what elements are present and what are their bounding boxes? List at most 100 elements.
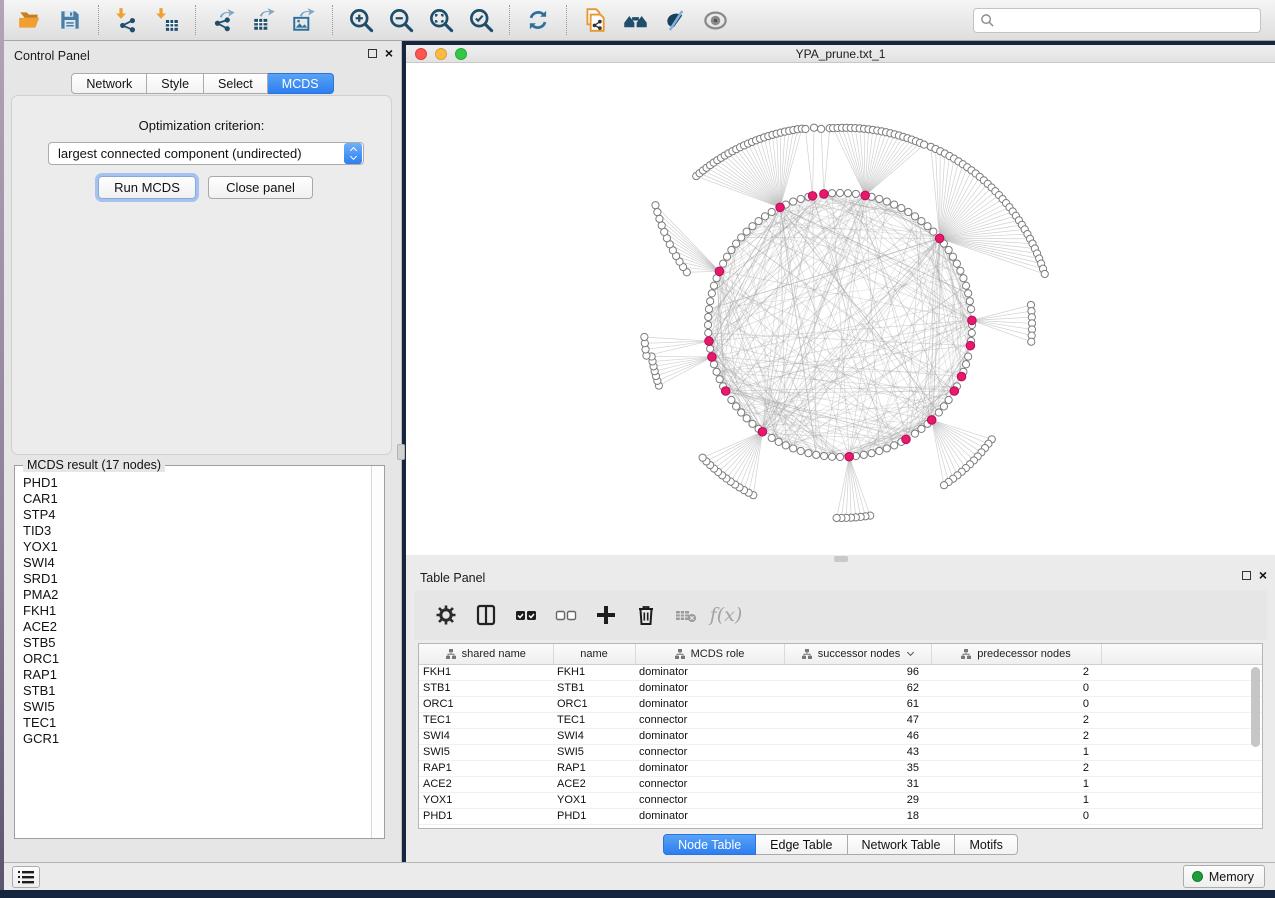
table-cell[interactable]: FKH1 bbox=[553, 664, 635, 680]
network-node[interactable] bbox=[704, 321, 711, 328]
network-node[interactable] bbox=[654, 208, 661, 215]
network-node[interactable] bbox=[813, 451, 820, 458]
mcds-hub-node[interactable] bbox=[968, 316, 977, 325]
network-node[interactable] bbox=[768, 208, 775, 215]
network-node[interactable] bbox=[891, 201, 898, 208]
refresh-icon[interactable] bbox=[521, 3, 555, 37]
mcds-hub-node[interactable] bbox=[721, 387, 730, 396]
table-cell[interactable] bbox=[1101, 744, 1262, 760]
table-cell[interactable]: dominator bbox=[635, 696, 784, 712]
network-node[interactable] bbox=[720, 260, 727, 267]
network-node[interactable] bbox=[728, 246, 735, 253]
table-row[interactable]: RAP1RAP1dominator352 bbox=[419, 760, 1262, 776]
tab-edge-table[interactable]: Edge Table bbox=[756, 834, 847, 855]
network-node[interactable] bbox=[945, 246, 952, 253]
search-input[interactable] bbox=[973, 8, 1261, 33]
network-node[interactable] bbox=[968, 329, 975, 336]
close-panel-icon[interactable]: × bbox=[385, 48, 393, 58]
network-node[interactable] bbox=[699, 454, 706, 461]
table-cell[interactable]: PHD1 bbox=[553, 808, 635, 824]
network-node[interactable] bbox=[860, 451, 867, 458]
network-node[interactable] bbox=[810, 124, 817, 131]
table-cell[interactable]: 43 bbox=[784, 744, 931, 760]
mcds-hub-node[interactable] bbox=[966, 341, 975, 350]
delete-column-icon[interactable] bbox=[628, 597, 664, 633]
network-node[interactable] bbox=[802, 125, 809, 132]
zoom-out-icon[interactable] bbox=[384, 3, 418, 37]
network-node[interactable] bbox=[833, 514, 840, 521]
table-cell[interactable]: 2 bbox=[931, 712, 1101, 728]
table-cell[interactable]: STB1 bbox=[419, 680, 553, 696]
table-cell[interactable]: YOX1 bbox=[419, 792, 553, 808]
tab-network[interactable]: Network bbox=[71, 73, 147, 94]
network-node[interactable] bbox=[940, 403, 947, 410]
table-scrollbar[interactable] bbox=[1251, 667, 1260, 824]
network-node[interactable] bbox=[761, 213, 768, 220]
network-node[interactable] bbox=[732, 403, 739, 410]
table-cell[interactable] bbox=[1101, 680, 1262, 696]
table-cell[interactable]: 96 bbox=[784, 664, 931, 680]
network-node[interactable] bbox=[836, 189, 843, 196]
mcds-hub-node[interactable] bbox=[705, 337, 714, 346]
network-node[interactable] bbox=[1041, 270, 1048, 277]
export-table-icon[interactable] bbox=[247, 3, 281, 37]
network-node[interactable] bbox=[732, 240, 739, 247]
table-cell[interactable]: ACE2 bbox=[419, 776, 553, 792]
search-text-field[interactable] bbox=[995, 14, 1245, 28]
mcds-hub-node[interactable] bbox=[715, 267, 724, 276]
table-cell[interactable]: TEC1 bbox=[553, 712, 635, 728]
table-cell[interactable]: 1 bbox=[931, 792, 1101, 808]
network-node[interactable] bbox=[743, 415, 750, 422]
mcds-result-item[interactable]: STP4 bbox=[23, 507, 371, 523]
table-cell[interactable]: connector bbox=[635, 792, 784, 808]
delete-table-icon[interactable] bbox=[668, 597, 704, 633]
network-node[interactable] bbox=[713, 368, 720, 375]
table-cell[interactable]: 1 bbox=[931, 776, 1101, 792]
network-node[interactable] bbox=[656, 215, 663, 222]
mcds-hub-node[interactable] bbox=[935, 234, 944, 243]
zoom-in-icon[interactable] bbox=[344, 3, 378, 37]
table-row[interactable]: YOX1YOX1connector291 bbox=[419, 792, 1262, 808]
import-network-icon[interactable] bbox=[110, 3, 144, 37]
table-cell[interactable]: SWI5 bbox=[553, 744, 635, 760]
network-graph-canvas[interactable] bbox=[406, 63, 1275, 555]
save-session-icon[interactable] bbox=[53, 3, 87, 37]
table-cell[interactable]: YOX1 bbox=[553, 792, 635, 808]
mcds-hub-node[interactable] bbox=[950, 387, 959, 396]
mcds-result-item[interactable]: SWI5 bbox=[23, 699, 371, 715]
table-scrollbar-thumb[interactable] bbox=[1251, 667, 1260, 747]
network-node[interactable] bbox=[790, 198, 797, 205]
table-cell[interactable]: connector bbox=[635, 776, 784, 792]
table-cell[interactable]: connector bbox=[635, 712, 784, 728]
tab-mcds[interactable]: MCDS bbox=[268, 73, 334, 94]
mcds-result-item[interactable]: ORC1 bbox=[23, 651, 371, 667]
deselect-all-icon[interactable] bbox=[548, 597, 584, 633]
mcds-hub-node[interactable] bbox=[776, 203, 785, 212]
zoom-fit-icon[interactable] bbox=[424, 3, 458, 37]
network-node[interactable] bbox=[953, 260, 960, 267]
network-node[interactable] bbox=[844, 190, 851, 197]
network-node[interactable] bbox=[738, 234, 745, 241]
table-cell[interactable]: STB1 bbox=[553, 680, 635, 696]
table-cell[interactable] bbox=[1101, 776, 1262, 792]
network-node[interactable] bbox=[966, 298, 973, 305]
mcds-result-item[interactable]: GCR1 bbox=[23, 731, 371, 747]
network-node[interactable] bbox=[652, 202, 659, 209]
mcds-hub-node[interactable] bbox=[927, 416, 936, 425]
mcds-hub-node[interactable] bbox=[708, 353, 717, 362]
table-cell[interactable]: 62 bbox=[784, 680, 931, 696]
table-cell[interactable]: SWI4 bbox=[419, 728, 553, 744]
network-node[interactable] bbox=[641, 333, 648, 340]
mcds-result-item[interactable]: PMA2 bbox=[23, 587, 371, 603]
table-cell[interactable] bbox=[1101, 808, 1262, 824]
network-node[interactable] bbox=[790, 445, 797, 452]
table-cell[interactable]: TEC1 bbox=[419, 712, 553, 728]
network-node[interactable] bbox=[965, 353, 972, 360]
network-node[interactable] bbox=[898, 205, 905, 212]
table-cell[interactable]: 2 bbox=[931, 728, 1101, 744]
network-from-file-icon[interactable] bbox=[578, 3, 612, 37]
splitter-handle[interactable] bbox=[834, 556, 848, 562]
table-cell[interactable]: dominator bbox=[635, 728, 784, 744]
network-node[interactable] bbox=[705, 313, 712, 320]
table-cell[interactable]: RAP1 bbox=[419, 760, 553, 776]
